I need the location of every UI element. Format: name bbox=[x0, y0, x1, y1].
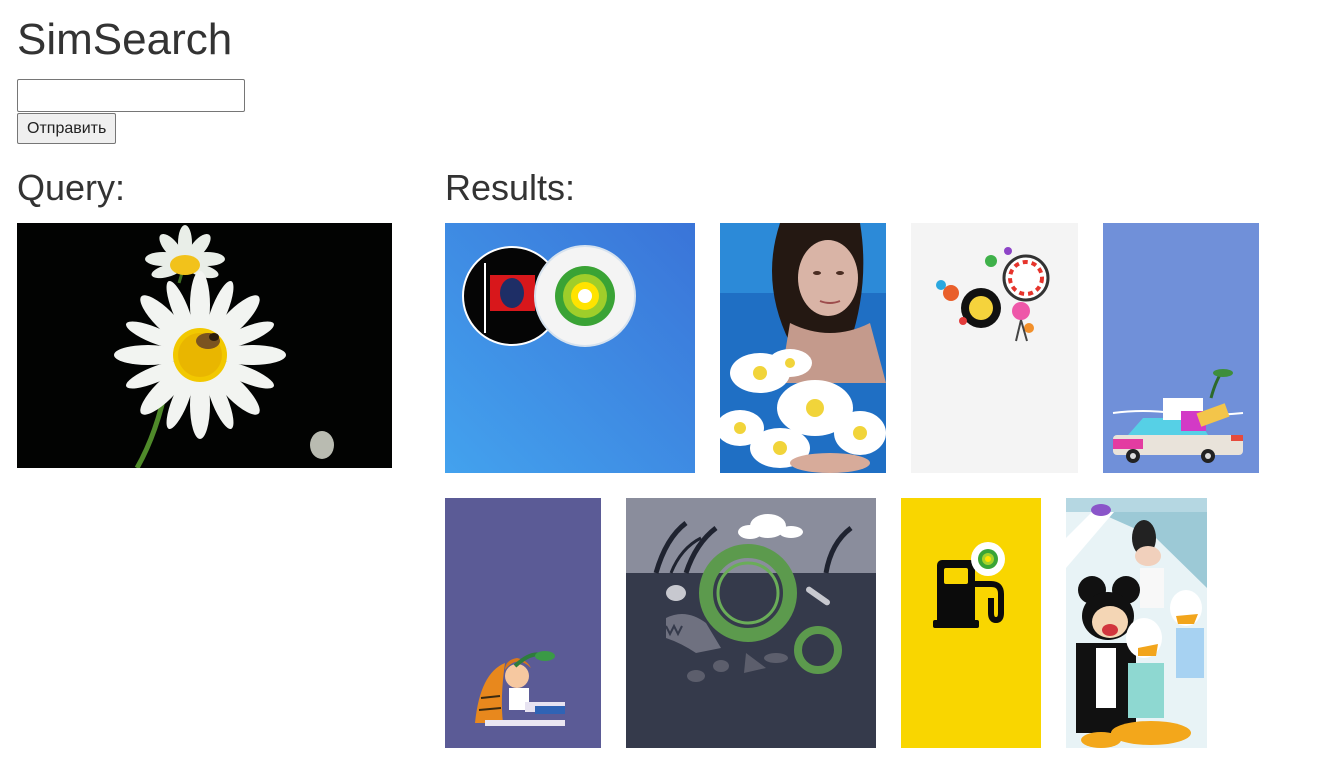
result-image-6[interactable] bbox=[626, 498, 876, 748]
result-image-7[interactable] bbox=[901, 498, 1041, 748]
result-image-3[interactable] bbox=[911, 223, 1078, 473]
app-title: SimSearch bbox=[17, 15, 233, 64]
query-heading: Query: bbox=[17, 167, 126, 208]
cartoon-characters-image bbox=[1066, 498, 1207, 748]
girl-underwater-image bbox=[720, 223, 886, 473]
results-heading: Results: bbox=[445, 167, 576, 208]
child-tiger-image bbox=[445, 498, 601, 748]
car-luggage-image bbox=[1103, 223, 1259, 473]
query-image bbox=[17, 223, 392, 468]
daisy-image bbox=[17, 223, 392, 468]
search-form: Отправить bbox=[17, 79, 257, 144]
result-image-2[interactable] bbox=[720, 223, 886, 473]
search-input[interactable] bbox=[17, 79, 245, 112]
result-image-1[interactable] bbox=[445, 223, 695, 473]
result-image-5[interactable] bbox=[445, 498, 601, 748]
flag-bp-logo-image bbox=[445, 223, 695, 473]
submit-button[interactable]: Отправить bbox=[17, 113, 117, 144]
tyres-fossils-image bbox=[626, 498, 876, 748]
result-image-4[interactable] bbox=[1103, 223, 1259, 473]
fuel-pump-image bbox=[901, 498, 1041, 748]
result-image-8[interactable] bbox=[1066, 498, 1207, 748]
festival-wheels-image bbox=[911, 223, 1078, 473]
